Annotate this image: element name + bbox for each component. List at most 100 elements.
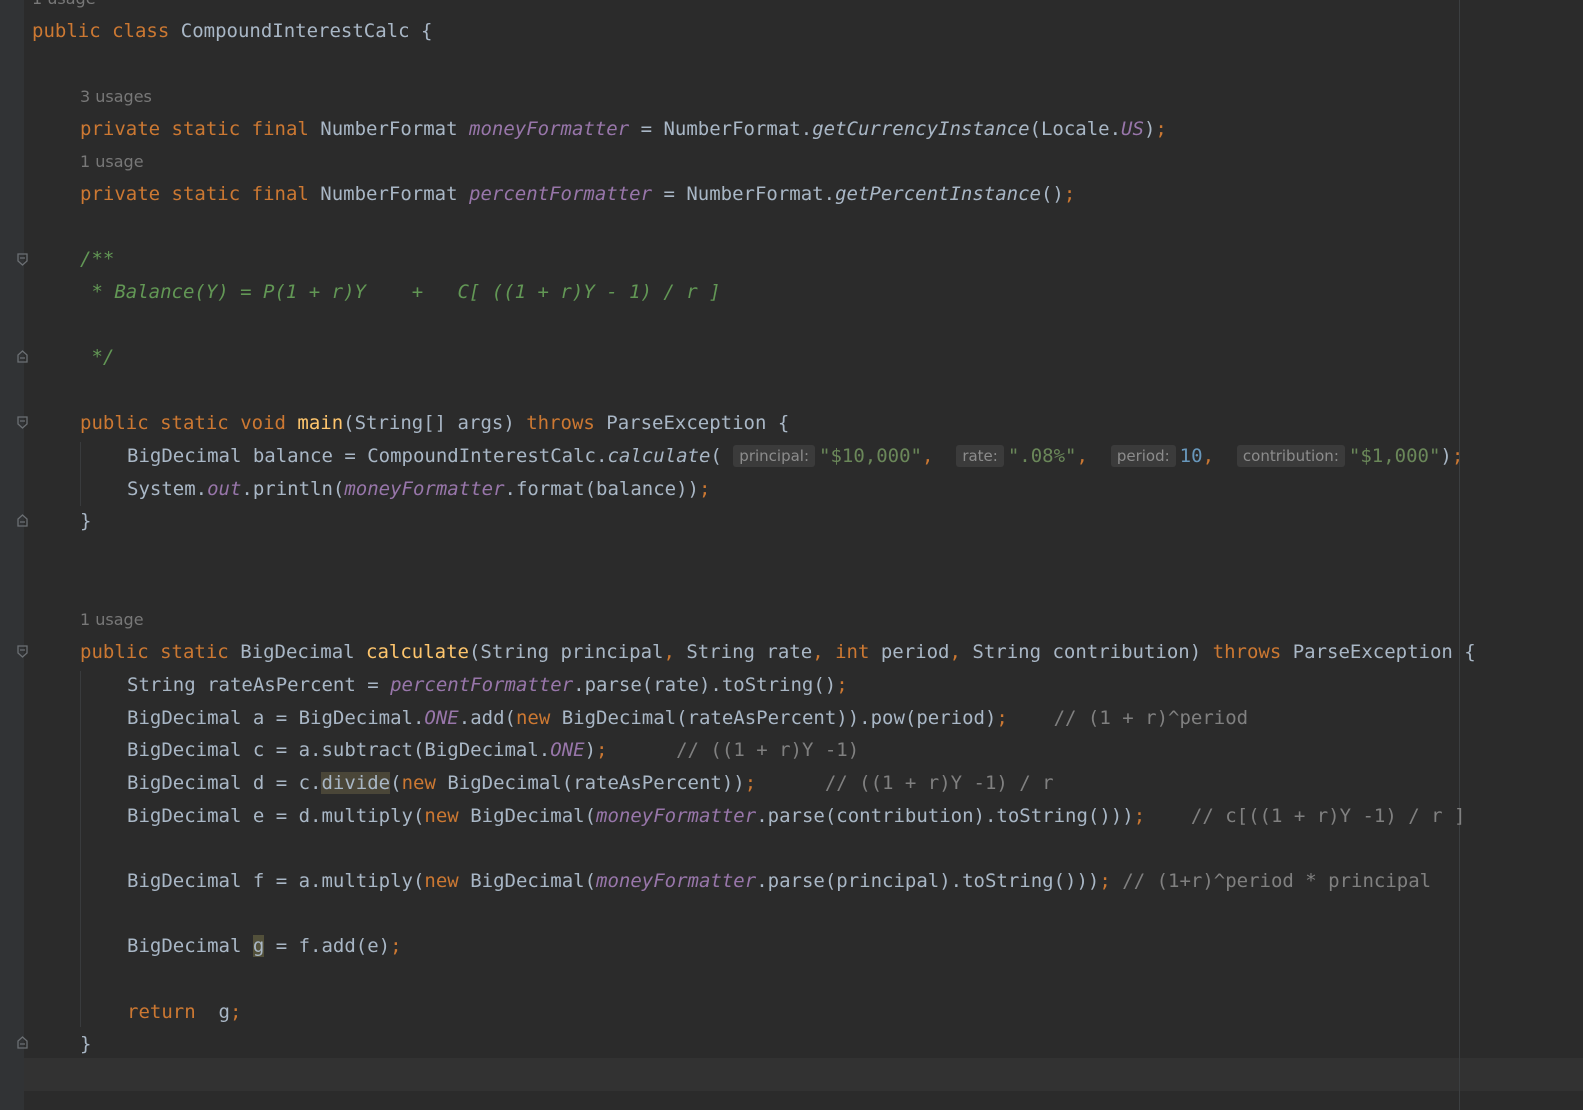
field-name: US	[1121, 118, 1144, 140]
code-line[interactable]: BigDecimal c = a.subtract(BigDecimal.ONE…	[127, 738, 859, 762]
closing-brace[interactable]: }	[80, 1032, 91, 1056]
comma: ,	[921, 445, 934, 467]
keyword: throws	[526, 412, 595, 434]
string-literal: "$10,000"	[819, 445, 922, 467]
fold-collapse-icon[interactable]	[17, 645, 28, 658]
code-line[interactable]: BigDecimal a = BigDecimal.ONE.add(new Bi…	[127, 706, 1248, 730]
field-name: moneyFormatter	[344, 478, 505, 500]
comma: ,	[1202, 445, 1215, 467]
field-name: out	[207, 478, 242, 500]
code-text: .parse(contribution).toString()))	[756, 805, 1134, 827]
line-comment: // c[((1 + r)Y -1) / r ]	[1145, 805, 1466, 827]
code-text: g	[195, 1001, 230, 1023]
fold-end-icon[interactable]	[17, 1036, 28, 1049]
keyword: final	[251, 118, 309, 140]
keyword: static	[171, 118, 241, 140]
doc-comment[interactable]: * Balance(Y) = P(1 + r)Y + C[ ((1 + r)Y …	[80, 280, 720, 304]
code-line[interactable]: System.out.println(moneyFormatter.format…	[127, 477, 710, 501]
code-line[interactable]: private static final NumberFormat percen…	[80, 182, 1075, 206]
comma: ,	[663, 641, 675, 663]
editor-gutter[interactable]	[0, 0, 24, 1110]
indent-guide	[80, 442, 81, 506]
fold-collapse-icon[interactable]	[17, 253, 28, 266]
keyword: public	[32, 20, 101, 42]
code-text: (	[710, 445, 722, 467]
code-text: ParseException {	[1281, 641, 1476, 663]
code-line[interactable]: String rateAsPercent = percentFormatter.…	[127, 673, 848, 697]
code-text: BigDecimal	[240, 641, 367, 663]
field-name: ONE	[550, 739, 585, 761]
code-text: ()	[1040, 183, 1064, 205]
method-declaration: calculate	[366, 641, 469, 663]
fold-collapse-icon[interactable]	[17, 416, 28, 429]
code-text: NumberFormat	[320, 183, 469, 205]
number-literal: 10	[1179, 445, 1203, 467]
code-line[interactable]: public static void main(String[] args) t…	[80, 411, 789, 435]
semicolon: ;	[1451, 445, 1464, 467]
code-text: String contribution)	[960, 641, 1213, 663]
code-text: BigDecimal c = a.subtract(BigDecimal.	[127, 739, 551, 761]
keyword: public	[80, 641, 149, 663]
field-name: moneyFormatter	[596, 870, 757, 892]
code-text: .println(	[241, 478, 345, 500]
code-text: BigDecimal(	[458, 870, 597, 892]
code-text: BigDecimal	[127, 935, 253, 957]
closing-brace[interactable]: }	[80, 509, 91, 533]
fold-end-icon[interactable]	[17, 514, 28, 527]
code-text: BigDecimal e = d.multiply(	[127, 805, 425, 827]
code-line[interactable]: BigDecimal d = c.divide(new BigDecimal(r…	[127, 771, 1054, 795]
parameter-hint: period:	[1110, 445, 1176, 467]
code-line[interactable]: private static final NumberFormat moneyF…	[80, 117, 1167, 141]
code-line[interactable]: public static BigDecimal calculate(Strin…	[80, 640, 1476, 664]
code-text: = f.add(e)	[264, 935, 391, 957]
usage-hint[interactable]: 1 usage	[80, 610, 144, 630]
caret-line-highlight	[24, 1058, 1583, 1091]
parameter-hint: contribution:	[1236, 445, 1345, 467]
method-call: getPercentInstance	[835, 183, 1041, 205]
semicolon: ;	[596, 739, 608, 761]
semicolon: ;	[390, 935, 402, 957]
method-declaration: main	[297, 412, 344, 434]
class-name: CompoundInterestCalc {	[180, 20, 433, 42]
code-line[interactable]: BigDecimal e = d.multiply(new BigDecimal…	[127, 804, 1465, 828]
comma: ,	[812, 641, 824, 663]
keyword: new	[515, 707, 551, 729]
code-text: NumberFormat	[320, 118, 469, 140]
line-comment: // ((1 + r)Y -1)	[607, 739, 860, 761]
semicolon: ;	[1099, 870, 1111, 892]
usage-hint[interactable]: 1 usage	[80, 152, 144, 172]
right-margin-guide	[1459, 0, 1460, 1110]
keyword: private	[80, 118, 161, 140]
code-text: (Locale.	[1029, 118, 1122, 140]
semicolon: ;	[836, 674, 848, 696]
code-text: .add(	[458, 707, 516, 729]
code-text: BigDecimal a = BigDecimal.	[127, 707, 425, 729]
string-literal: "$1,000"	[1348, 445, 1441, 467]
code-text: BigDecimal d = c.	[127, 772, 322, 794]
code-text: (	[390, 772, 402, 794]
code-text: ParseException {	[594, 412, 790, 434]
fold-end-icon[interactable]	[17, 350, 28, 363]
code-line[interactable]: public class CompoundInterestCalc {	[32, 19, 432, 43]
semicolon: ;	[1133, 805, 1146, 827]
doc-comment[interactable]: */	[80, 345, 114, 369]
usage-hint[interactable]: 1 usage	[32, 0, 96, 9]
code-line[interactable]: return g;	[127, 1000, 241, 1024]
field-name: percentFormatter	[469, 183, 653, 205]
code-text: = NumberFormat.	[652, 183, 836, 205]
method-call: getCurrencyInstance	[812, 118, 1030, 140]
code-line[interactable]: BigDecimal f = a.multiply(new BigDecimal…	[127, 869, 1431, 893]
keyword: static	[160, 641, 229, 663]
code-line[interactable]: BigDecimal balance = CompoundInterestCal…	[127, 444, 1463, 468]
parameter-hint: principal:	[733, 445, 816, 467]
code-text: BigDecimal(rateAsPercent))	[435, 772, 745, 794]
code-text: BigDecimal(rateAsPercent)).pow(period)	[550, 707, 997, 729]
comma: ,	[949, 641, 961, 663]
usage-hint[interactable]: 3 usages	[80, 87, 152, 107]
line-comment: // ((1 + r)Y -1) / r	[756, 772, 1054, 794]
parameter-hint: rate:	[956, 445, 1004, 467]
keyword: private	[80, 183, 161, 205]
code-editor[interactable]: 1 usage 3 usages 1 usage 1 usage public …	[0, 0, 1583, 1110]
code-line[interactable]: BigDecimal g = f.add(e);	[127, 934, 402, 958]
doc-comment[interactable]: /**	[80, 247, 114, 271]
